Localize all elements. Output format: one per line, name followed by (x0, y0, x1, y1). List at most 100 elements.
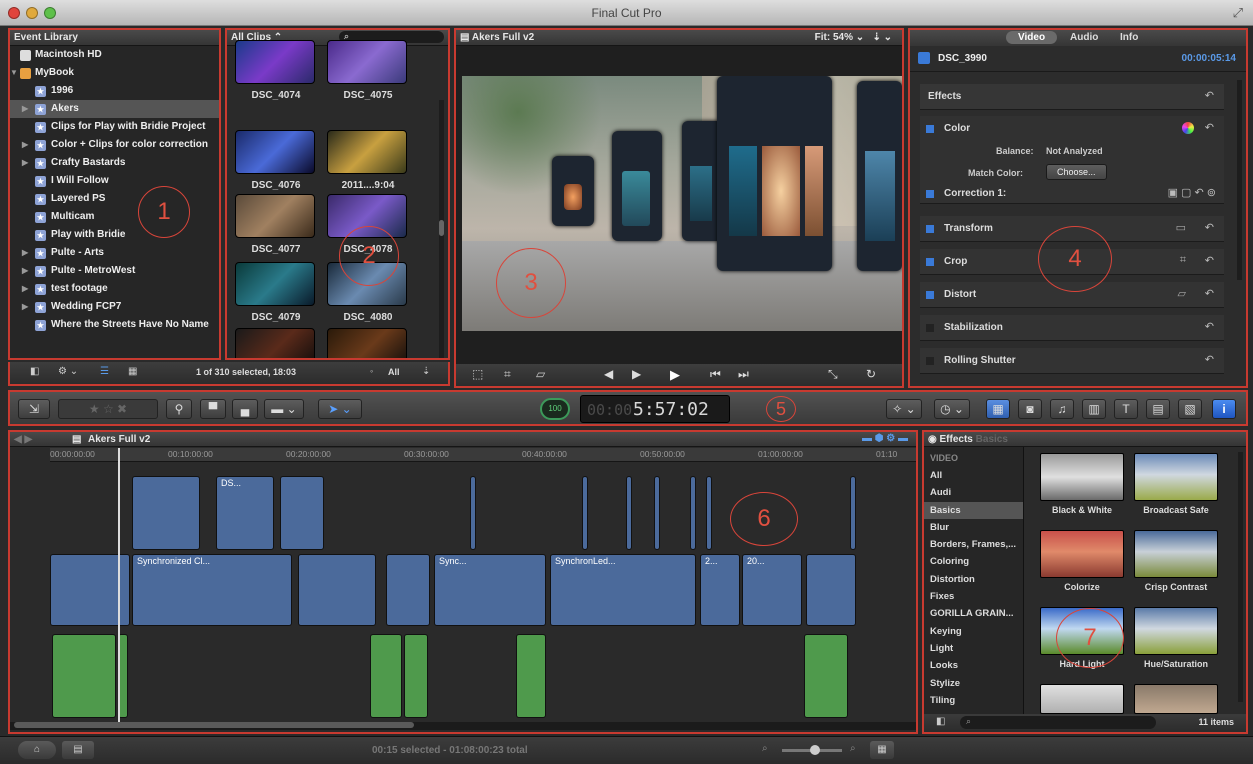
section-enable-checkbox[interactable] (926, 291, 934, 299)
append-clip-button[interactable]: ▬ ⌄ (264, 399, 304, 419)
titles-browser-button[interactable]: T (1114, 399, 1138, 419)
browser-scrollbar[interactable] (439, 100, 444, 358)
themes-browser-button[interactable]: ▧ (1178, 399, 1202, 419)
playhead[interactable] (118, 448, 120, 724)
effects-category-item[interactable]: GORILLA GRAIN... (924, 605, 1023, 622)
effects-browser-button[interactable]: ▦ (986, 399, 1010, 419)
viewer-overlay-icon[interactable]: ⬚ (472, 367, 483, 381)
rating-buttons[interactable]: ★ ☆ ✖ (58, 399, 158, 419)
effects-search-field[interactable]: ⌕ (960, 716, 1156, 729)
correction-controls[interactable]: ▣ ▢ ↶ ⊚ (1168, 186, 1216, 199)
tab-info[interactable]: Info (1120, 32, 1138, 43)
video-clip[interactable]: 2... (700, 554, 740, 626)
color-reset-icon[interactable]: ↶ (1205, 121, 1214, 134)
effects-category-item[interactable]: Stylize (924, 675, 1023, 692)
filmstrip-view-icon[interactable]: ▦ (128, 366, 137, 377)
generators-browser-button[interactable]: ▤ (1146, 399, 1170, 419)
effects-category-item[interactable]: Blur (924, 519, 1023, 536)
audio-clip[interactable] (370, 634, 402, 718)
effects-section-header[interactable]: Effects ↶ (920, 84, 1224, 110)
event-item[interactable]: ▶ ★ Akers (10, 100, 219, 118)
section-enable-checkbox[interactable] (926, 357, 934, 365)
browser-scroll-thumb[interactable] (439, 220, 444, 236)
audio-clip[interactable] (804, 634, 848, 718)
disclosure-triangle-icon[interactable]: ▶ (22, 136, 28, 154)
effect-thumbnail[interactable] (1040, 684, 1124, 714)
effects-category-item[interactable]: Light (924, 640, 1023, 657)
library-toggle-icon[interactable]: ◧ (30, 366, 39, 377)
section-enable-checkbox[interactable] (926, 324, 934, 332)
disclosure-triangle-icon[interactable]: ▶ (22, 280, 28, 298)
correction-enable-checkbox[interactable] (926, 190, 934, 198)
video-clip[interactable]: 20... (742, 554, 802, 626)
disclosure-triangle-icon[interactable]: ▶ (22, 244, 28, 262)
effects-category-item[interactable]: Fixes (924, 588, 1023, 605)
event-item[interactable]: Macintosh HD (10, 46, 219, 64)
background-tasks-indicator[interactable]: 100 (540, 398, 570, 420)
video-clip[interactable] (582, 476, 588, 550)
section-onscreen-control-icon[interactable]: ⌗ (1180, 254, 1186, 267)
music-browser-button[interactable]: ♫ (1050, 399, 1074, 419)
keyword-icon[interactable]: ⚲ (166, 399, 192, 419)
next-edit-icon[interactable]: ⏭ (738, 367, 749, 382)
distort-icon[interactable]: ▱ (536, 367, 545, 381)
video-clip[interactable] (470, 476, 476, 550)
inspector-section-stabilization[interactable]: Stabilization ↶ (920, 315, 1224, 341)
timeline-index-button[interactable]: ⌂ (18, 741, 56, 759)
tab-audio[interactable]: Audio (1070, 32, 1098, 43)
effects-category-item[interactable]: Distortion (924, 571, 1023, 588)
retime-button[interactable]: ◷ ⌄ (934, 399, 970, 419)
fullscreen-icon[interactable]: ⤢ (1233, 5, 1243, 21)
disclosure-triangle-icon[interactable]: ▼ (10, 64, 18, 82)
timeline-ruler[interactable]: 00:00:00:00 00:10:00:00 00:20:00:00 00:30:0… (50, 448, 916, 462)
event-item[interactable]: ★ 1996 (10, 82, 219, 100)
inspector-scrollbar[interactable] (1237, 80, 1242, 280)
clip-appearance-button[interactable]: ▦ (870, 741, 894, 759)
sidebar-toggle-icon[interactable]: ◧ (936, 716, 945, 727)
effects-category-item[interactable]: Basics (924, 501, 1023, 519)
action-gear-icon[interactable]: ⚙ ⌄ (58, 366, 78, 377)
video-clip[interactable] (706, 476, 712, 550)
previous-edit-icon[interactable]: ⏮ (710, 367, 721, 382)
color-enable-checkbox[interactable] (926, 125, 934, 133)
loop-icon[interactable]: ↻ (866, 367, 876, 381)
video-clip[interactable]: DS... (216, 476, 274, 550)
select-tool-button[interactable]: ➤ ⌄ (318, 399, 362, 419)
section-onscreen-control-icon[interactable]: ▱ (1178, 287, 1186, 300)
video-clip[interactable] (280, 476, 324, 550)
effect-thumbnail[interactable] (1040, 530, 1124, 578)
event-item[interactable]: ★ Where the Streets Have No Name (10, 316, 219, 334)
section-onscreen-control-icon[interactable]: ▭ (1176, 221, 1186, 234)
effects-category-item[interactable]: Borders, Frames,... (924, 536, 1023, 553)
video-clip[interactable]: Sync... (434, 554, 546, 626)
clip-filter-all[interactable]: All (388, 367, 400, 377)
effects-category-item[interactable]: Audi (924, 484, 1023, 501)
timeline-scroll-thumb[interactable] (14, 722, 414, 728)
crop-icon[interactable]: ⌗ (504, 367, 511, 382)
transitions-browser-button[interactable]: ▥ (1082, 399, 1106, 419)
clip-thumbnail[interactable] (235, 130, 315, 174)
video-clip[interactable] (654, 476, 660, 550)
event-item[interactable]: ★ Play with Bridie (10, 226, 219, 244)
video-clip[interactable] (806, 554, 856, 626)
duration-slider-icon[interactable]: ◦ (370, 366, 373, 376)
reset-icon[interactable]: ↶ (1205, 254, 1214, 267)
timeline-view-controls[interactable]: ▬ ⬢ ⚙ ▬ (862, 433, 908, 444)
effects-category-item[interactable]: All (924, 467, 1023, 484)
event-item[interactable]: ▶ ★ Pulte - Arts (10, 244, 219, 262)
video-clip[interactable] (626, 476, 632, 550)
effects-category-item[interactable]: Keying (924, 623, 1023, 640)
reset-icon[interactable]: ↶ (1205, 287, 1214, 300)
disclosure-triangle-icon[interactable]: ▶ (22, 154, 28, 172)
effect-thumbnail[interactable] (1134, 530, 1218, 578)
audio-waveform-icon[interactable]: ⇣ (422, 366, 430, 377)
zoom-out-icon[interactable]: ⌕ (762, 743, 768, 754)
play-icon[interactable]: ▶ (670, 367, 680, 383)
event-item[interactable]: ▼ MyBook (10, 64, 219, 82)
event-item[interactable]: ▶ ★ test footage (10, 280, 219, 298)
zoom-slider-knob[interactable] (810, 745, 820, 755)
full-screen-icon[interactable]: ⤡ (828, 367, 838, 382)
clip-thumbnail[interactable] (235, 262, 315, 306)
clip-thumbnail[interactable] (327, 328, 407, 358)
forward-icon[interactable]: ▶ (632, 367, 641, 381)
